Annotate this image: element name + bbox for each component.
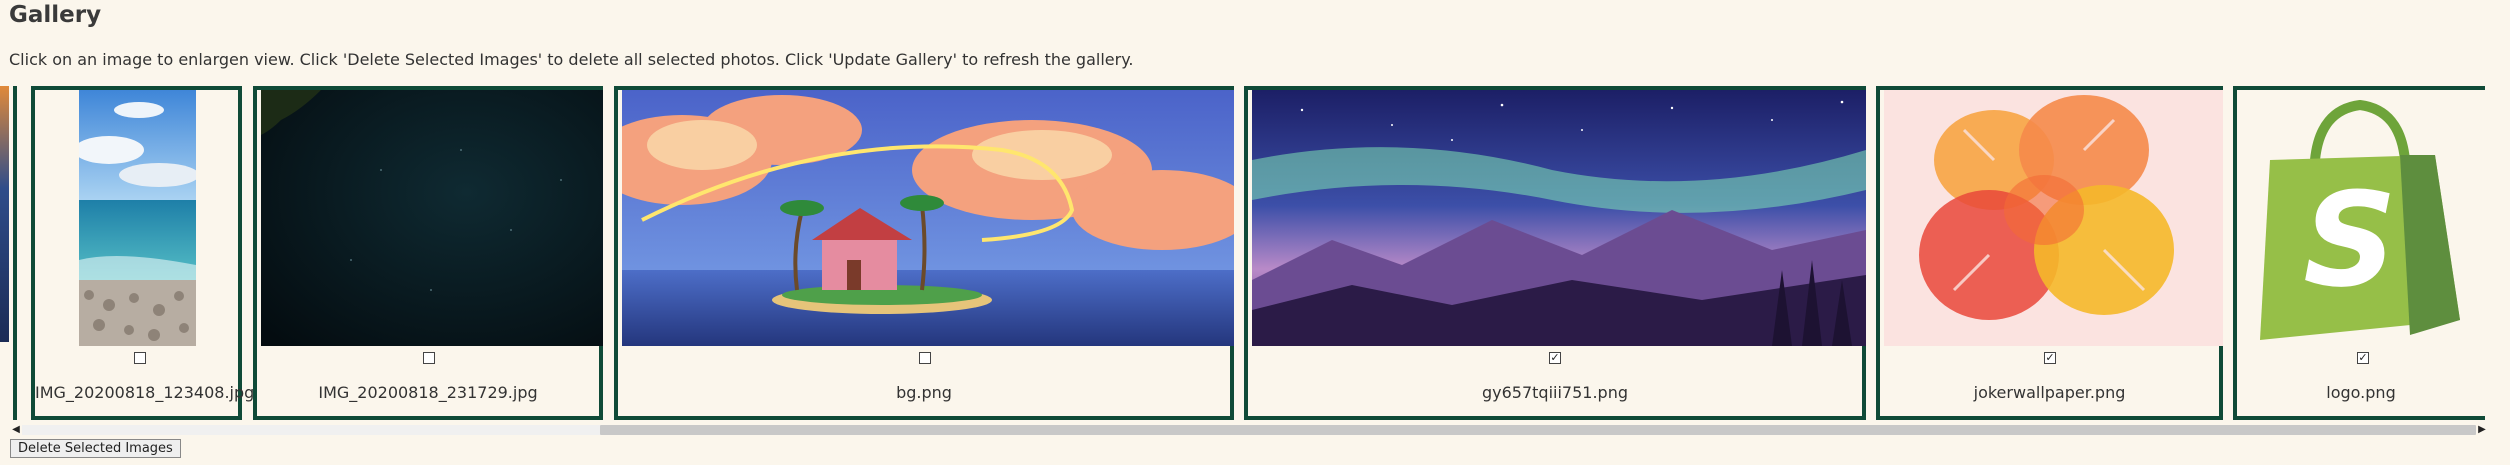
instructions-text: Click on an image to enlargen view. Clic… — [9, 50, 1134, 69]
gallery-card[interactable]: ✓ gy657tqiii751.png — [1244, 86, 1866, 420]
image-filename: bg.png — [896, 383, 952, 402]
gallery-card[interactable]: S ✓ logo.png — [2233, 86, 2485, 420]
gallery-strip[interactable]: IMG_20200818_123408.jpg IMG_20200818_231… — [0, 86, 2485, 420]
image-filename: logo.png — [2326, 383, 2396, 402]
scroll-left-arrow-icon[interactable]: ◀ — [11, 424, 21, 436]
gallery-card[interactable]: ✓ jokerwallpaper.png — [1876, 86, 2223, 420]
image-filename: gy657tqiii751.png — [1481, 383, 1628, 402]
gallery-thumbnail[interactable]: S — [2260, 90, 2465, 346]
select-checkbox[interactable] — [134, 352, 146, 364]
select-checkbox[interactable] — [423, 352, 435, 364]
select-checkbox[interactable]: ✓ — [1549, 352, 1561, 364]
image-filename: IMG_20200818_123408.jpg — [35, 383, 255, 402]
gallery-card[interactable]: bg.png — [614, 86, 1234, 420]
page-title: Gallery — [9, 2, 102, 28]
image-filename: jokerwallpaper.png — [1973, 383, 2126, 402]
gallery-thumbnail[interactable] — [261, 90, 603, 346]
select-checkbox[interactable] — [919, 352, 931, 364]
image-filename: IMG_20200818_231729.jpg — [318, 383, 538, 402]
gallery-thumbnail[interactable] — [622, 90, 1234, 346]
select-checkbox[interactable]: ✓ — [2044, 352, 2056, 364]
gallery-card[interactable]: IMG_20200818_231729.jpg — [253, 86, 603, 420]
horizontal-scrollbar-thumb[interactable] — [600, 425, 2476, 435]
gallery-card[interactable]: IMG_20200818_123408.jpg — [31, 86, 255, 420]
gallery-thumbnail[interactable] — [1252, 90, 1866, 346]
gallery-card-partial[interactable] — [0, 86, 17, 420]
scroll-right-arrow-icon[interactable]: ▶ — [2477, 424, 2487, 436]
delete-selected-button[interactable]: Delete Selected Images — [10, 439, 181, 458]
gallery-thumbnail[interactable] — [0, 86, 9, 342]
gallery-thumbnail[interactable] — [1884, 90, 2223, 346]
svg-text:S: S — [2303, 164, 2397, 316]
select-checkbox[interactable]: ✓ — [2357, 352, 2369, 364]
gallery-thumbnail[interactable] — [79, 90, 196, 346]
